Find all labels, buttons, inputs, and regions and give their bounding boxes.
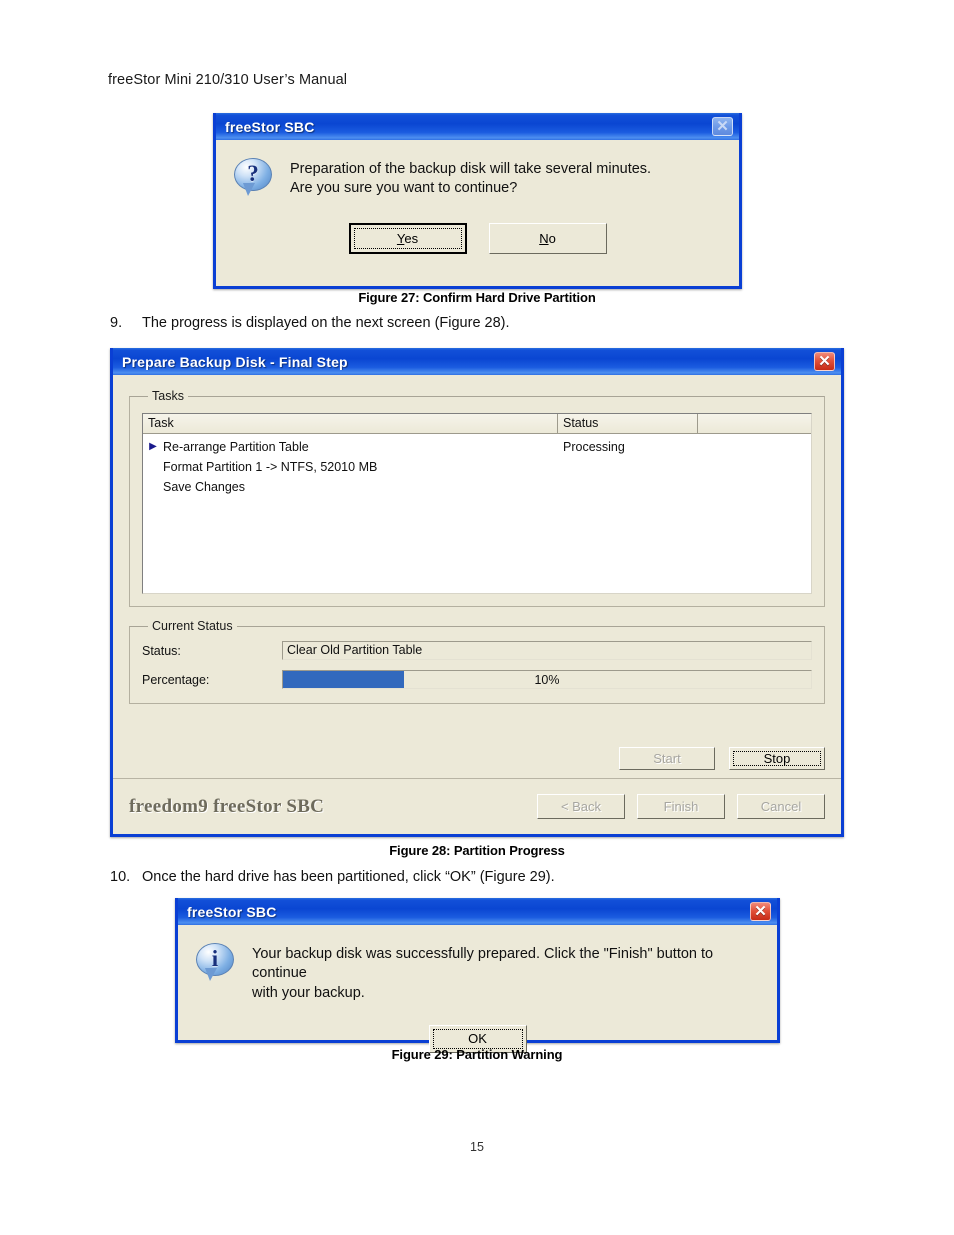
window-titlebar: Prepare Backup Disk - Final Step ✕ [113,348,841,375]
tasks-listview[interactable]: Task Status ▶ Re-arrange Partition Table… [142,413,812,594]
brand-label: freedom9 freeStor SBC [129,795,325,817]
message-line-1: Preparation of the backup disk will take… [290,161,652,177]
question-glyph: ? [247,161,259,186]
window-title: Prepare Backup Disk - Final Step [122,353,348,370]
no-accel: N [539,230,549,246]
percentage-row: Percentage: 10% [142,670,812,689]
percentage-label: Percentage: [142,672,210,687]
step-9-number: 9. [110,315,123,331]
task-name: Re-arrange Partition Table [163,440,309,454]
table-row[interactable]: Format Partition 1 -> NTFS, 52010 MB [143,457,811,477]
dialog-body: ? Preparation of the backup disk will ta… [216,140,739,199]
task-name: Save Changes [163,480,246,494]
step-9: 9. The progress is displayed on the next… [110,315,870,331]
dialog-message: Your backup disk was successfully prepar… [252,943,761,1003]
status-value: Clear Old Partition Table [282,641,812,660]
listview-rows: ▶ Re-arrange Partition Table Processing … [143,434,811,593]
task-status: Processing [563,440,625,454]
wizard-footer: freedom9 freeStor SBC < Back Finish Canc… [113,778,841,834]
dialog-titlebar: freeStor SBC ✕ [216,113,739,140]
dialog-titlebar: freeStor SBC ✕ [178,898,777,925]
document-header: freeStor Mini 210/310 User’s Manual [108,72,348,88]
start-button[interactable]: Start [619,747,715,770]
column-header-status[interactable]: Status [558,414,698,434]
yes-button[interactable]: Yes [348,222,467,254]
table-row[interactable]: ▶ Re-arrange Partition Table Processing [143,437,811,457]
step-9-text: The progress is displayed on the next sc… [142,315,510,331]
partition-warning-dialog: freeStor SBC ✕ i Your backup disk was su… [175,898,780,1053]
finish-button[interactable]: Finish [637,794,725,819]
task-name: Format Partition 1 -> NTFS, 52010 MB [163,460,378,474]
dialog-button-row: Yes No [216,222,739,254]
dialog-body: i Your backup disk was successfully prep… [178,925,777,1003]
dialog-title: freeStor SBC [225,118,315,135]
listview-header: Task Status [143,414,811,434]
status-row: Status: Clear Old Partition Table [142,641,812,660]
step-10-number: 10. [110,869,131,885]
confirm-partition-dialog: freeStor SBC ✕ ? Preparation of the back… [213,113,742,289]
prepare-backup-disk-window: Prepare Backup Disk - Final Step ✕ Tasks… [110,348,844,837]
current-status-group-label: Current Status [152,619,233,633]
step-10-text: Once the hard drive has been partitioned… [142,869,555,885]
dialog-message: Preparation of the backup disk will take… [290,158,651,199]
figure-27-caption: Figure 27: Confirm Hard Drive Partition [358,290,596,305]
no-button[interactable]: No [488,222,607,254]
close-icon[interactable]: ✕ [712,117,733,136]
message-line-1: Your backup disk was successfully prepar… [252,946,714,982]
column-header-empty[interactable] [698,414,811,434]
close-icon[interactable]: ✕ [750,902,771,921]
progress-percentage-text: 10% [534,672,560,687]
info-bubble-icon: i [196,943,234,981]
tasks-group: Tasks Task Status ▶ Re-arrange Partition… [129,389,825,607]
stop-button[interactable]: Stop [729,747,825,770]
window-client-area: Tasks Task Status ▶ Re-arrange Partition… [113,375,841,834]
back-button[interactable]: < Back [537,794,625,819]
status-label: Status: [142,643,181,658]
question-bubble-icon: ? [234,158,272,196]
message-line-2: with your backup. [252,984,365,1001]
progress-bar: 10% [282,670,812,689]
figure-29-caption: Figure 29: Partition Warning [391,1047,563,1062]
current-task-marker-icon: ▶ [149,441,157,452]
cancel-button[interactable]: Cancel [737,794,825,819]
no-rest: o [548,230,556,246]
current-status-group: Current Status Status: Clear Old Partiti… [129,619,825,704]
tasks-group-label: Tasks [152,389,184,403]
step-10: 10. Once the hard drive has been partiti… [110,869,870,885]
info-glyph: i [211,946,219,971]
dialog-title: freeStor SBC [187,903,277,920]
message-line-2: Are you sure you want to continue? [290,180,518,197]
page-number: 15 [470,1140,484,1154]
action-button-row: Start Stop [619,747,825,770]
figure-28-caption: Figure 28: Partition Progress [389,843,565,858]
table-row[interactable]: Save Changes [143,477,811,497]
close-icon[interactable]: ✕ [814,352,835,371]
column-header-task[interactable]: Task [143,414,558,434]
